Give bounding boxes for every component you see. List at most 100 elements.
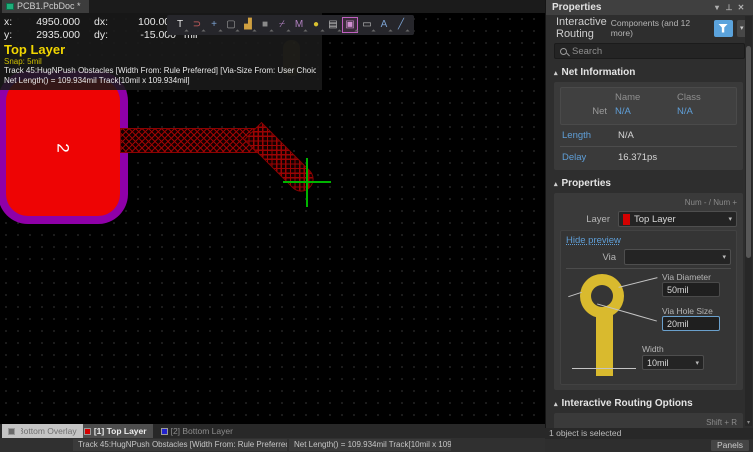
collapse-icon: ▴ bbox=[554, 69, 558, 77]
via-dropdown[interactable]: ▾ bbox=[624, 249, 731, 265]
via-icon[interactable]: ● bbox=[308, 17, 324, 33]
layer-tab-top[interactable]: [1] Top Layer bbox=[78, 424, 153, 438]
properties-panel-title: Properties bbox=[552, 2, 601, 13]
filter-funnel-icon bbox=[718, 24, 728, 33]
pcb-pad-2[interactable]: 2 bbox=[0, 71, 128, 224]
via-label: Via bbox=[566, 252, 624, 263]
image-tool-icon[interactable]: ▣ bbox=[342, 17, 358, 33]
status-net-length: Net Length() = 109.934mil Track[10mil x … bbox=[289, 439, 451, 451]
net-information-title: Net Information bbox=[562, 67, 636, 78]
panel-bottom-bar: Panels bbox=[545, 439, 753, 452]
via-hole-size-label: Via Hole Size bbox=[662, 306, 713, 316]
panel-pin-icon[interactable]: ⊥ bbox=[723, 3, 735, 12]
status-bar: Track 45:HugNPush Obstacles [Width From:… bbox=[0, 438, 545, 452]
hud-y-value: 2935.000 bbox=[20, 29, 80, 42]
polygon-icon[interactable]: M bbox=[291, 17, 307, 33]
delay-label[interactable]: Delay bbox=[560, 150, 610, 165]
net-information-header[interactable]: ▴ Net Information bbox=[546, 63, 753, 80]
panel-scope-label[interactable]: Components (and 12 more) bbox=[611, 18, 710, 38]
hud-dx-label: dx: bbox=[94, 16, 120, 29]
hud-active-layer: Top Layer bbox=[4, 42, 316, 57]
layer-tab-label: [2] Bottom Layer bbox=[171, 426, 233, 436]
hide-preview-link[interactable]: Hide preview bbox=[566, 235, 621, 246]
chevron-down-icon: ▾ bbox=[722, 253, 726, 261]
net-class-value[interactable]: N/A bbox=[677, 105, 732, 119]
collapse-icon: ▴ bbox=[554, 400, 558, 408]
search-icon bbox=[560, 48, 567, 55]
via-row: Via ▾ bbox=[566, 249, 731, 265]
length-row: Length N/A bbox=[560, 128, 737, 143]
document-tab-label: PCB1.PcbDoc * bbox=[17, 0, 81, 13]
line-icon[interactable]: ╱ bbox=[393, 17, 409, 33]
selection-box-icon[interactable]: ▢ bbox=[223, 17, 239, 33]
scope-filter-button[interactable] bbox=[714, 20, 733, 37]
search-input[interactable] bbox=[572, 46, 739, 57]
layer-row: Layer Top Layer ▾ bbox=[560, 211, 737, 227]
length-label[interactable]: Length bbox=[560, 128, 610, 143]
properties-panel: Properties ▾ ⊥ ✕ Interactive Routing Com… bbox=[545, 0, 753, 452]
search-box[interactable] bbox=[554, 43, 745, 59]
properties-panel-titlebar: Properties ▾ ⊥ ✕ bbox=[546, 0, 753, 15]
net-col-class: Class bbox=[677, 91, 732, 105]
via-hole-shape bbox=[591, 285, 613, 307]
histogram-icon[interactable]: ▟ bbox=[240, 17, 256, 33]
diameter-dim-line-right bbox=[618, 277, 657, 288]
width-dropdown[interactable]: 10mil ▾ bbox=[642, 355, 704, 370]
measure-icon[interactable]: ⌿ bbox=[274, 17, 290, 33]
panel-scrollbar[interactable]: ▾ bbox=[745, 16, 752, 426]
snap-crosshair-icon[interactable]: + bbox=[206, 17, 222, 33]
scroll-down-icon[interactable]: ▾ bbox=[745, 419, 752, 426]
route-icon[interactable]: ⊃ bbox=[189, 17, 205, 33]
document-tab-bar: PCB1.PcbDoc * bbox=[0, 0, 545, 13]
net-name-value[interactable]: N/A bbox=[615, 105, 677, 119]
layer-tab-label: Bottom Overlay bbox=[18, 426, 77, 436]
layer-stack-icon[interactable]: ▤ bbox=[325, 17, 341, 33]
chevron-down-icon: ▾ bbox=[728, 215, 732, 223]
layer-color-swatch bbox=[623, 214, 630, 225]
pcb-canvas[interactable]: 2 x: 4950.000 dx: 100.000 mil y: 2935.00… bbox=[0, 13, 545, 424]
delay-value: 16.371ps bbox=[610, 150, 657, 165]
via-diameter-label: Via Diameter bbox=[662, 272, 711, 282]
document-tab[interactable]: PCB1.PcbDoc * bbox=[2, 0, 89, 13]
text-icon[interactable]: A bbox=[376, 17, 392, 33]
chevron-down-icon: ▾ bbox=[740, 24, 744, 32]
via-hole-size-input[interactable] bbox=[662, 316, 720, 331]
net-col-name: Name bbox=[615, 91, 677, 105]
hud-snap-info: Snap: 5mil bbox=[4, 57, 316, 66]
panel-dropdown-icon[interactable]: ▾ bbox=[711, 3, 723, 12]
layer-dropdown[interactable]: Top Layer ▾ bbox=[618, 211, 737, 227]
net-label: Net bbox=[565, 105, 615, 119]
layer-value: Top Layer bbox=[634, 214, 724, 225]
pad-designator: 2 bbox=[53, 143, 73, 152]
panels-button[interactable]: Panels bbox=[711, 440, 749, 451]
routing-options-header[interactable]: ▴ Interactive Routing Options bbox=[546, 394, 753, 411]
hud-x-label: x: bbox=[4, 16, 20, 29]
net-row: Net N/A N/A bbox=[565, 105, 732, 119]
width-label: Width bbox=[642, 344, 664, 354]
hud-y-label: y: bbox=[4, 29, 20, 42]
via-diameter-input[interactable] bbox=[662, 282, 720, 297]
pad-icon[interactable]: ■ bbox=[257, 17, 273, 33]
layer-color-icon bbox=[8, 428, 15, 435]
pcb-doc-icon bbox=[6, 3, 14, 10]
layer-tab-partial[interactable] bbox=[2, 424, 21, 438]
hud-track-info-line2: Net Length() = 109.934mil Track[10mil x … bbox=[4, 76, 316, 86]
panel-close-icon[interactable]: ✕ bbox=[735, 3, 747, 12]
panel-mode-label: Interactive Routing bbox=[556, 16, 607, 40]
layer-tab-bottom[interactable]: [2] Bottom Layer bbox=[155, 424, 239, 438]
width-value: 10mil bbox=[647, 358, 695, 368]
panel-scrollbar-thumb[interactable] bbox=[746, 46, 751, 258]
properties-section-box: Num - / Num + Layer Top Layer ▾ Hide pre… bbox=[554, 193, 743, 390]
filter-select-icon[interactable]: T bbox=[172, 17, 188, 33]
search-row bbox=[546, 41, 753, 63]
layer-color-icon bbox=[84, 428, 91, 435]
collapse-icon: ▴ bbox=[554, 180, 558, 188]
room-icon[interactable]: ▭ bbox=[359, 17, 375, 33]
layer-tab-label: [1] Top Layer bbox=[94, 426, 147, 436]
status-track-info: Track 45:HugNPush Obstacles [Width From:… bbox=[73, 439, 287, 451]
track-width-shape bbox=[596, 314, 613, 376]
properties-section-header[interactable]: ▴ Properties bbox=[546, 174, 753, 191]
hud-dy-label: dy: bbox=[94, 29, 120, 42]
net-information-box: Name Class Net N/A N/A Length N/A Delay … bbox=[554, 82, 743, 170]
properties-section-title: Properties bbox=[562, 178, 611, 189]
